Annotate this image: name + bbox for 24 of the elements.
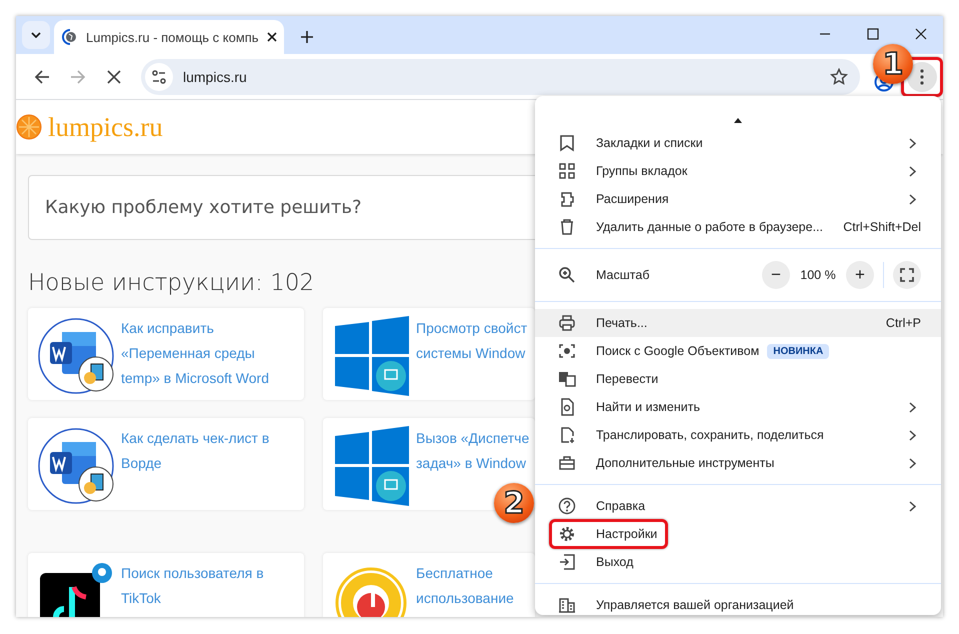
menu-item[interactable]: Найти и изменить: [535, 393, 941, 421]
menu-item[interactable]: Выход: [535, 548, 941, 576]
zoom-out-button[interactable]: −: [762, 261, 790, 289]
zoom-level: 100 %: [799, 268, 837, 282]
new-badge: НОВИНКА: [767, 344, 830, 358]
menu-item[interactable]: Настройки: [535, 520, 941, 548]
menu-item[interactable]: Печать... Ctrl+P: [535, 309, 941, 337]
shortcut-text: Ctrl+P: [886, 316, 921, 330]
menu-item-label: Масштаб: [596, 268, 650, 282]
url-text: lumpics.ru: [183, 68, 248, 84]
menu-item[interactable]: Управляется вашей организацией: [535, 591, 941, 615]
browser-tab[interactable]: Lumpics.ru - помощь с компь: [54, 20, 284, 54]
menu-item[interactable]: Дополнительные инструменты: [535, 449, 941, 477]
address-bar[interactable]: lumpics.ru: [141, 58, 860, 94]
menu-item[interactable]: Поиск с Google Объективом НОВИНКА: [535, 337, 941, 365]
zoom-in-button[interactable]: +: [846, 261, 874, 289]
menu-item[interactable]: Закладки и списки: [535, 129, 941, 157]
section-heading: Новые инструкции: 102: [28, 270, 314, 296]
shortcut-text: Ctrl+Shift+Del: [843, 220, 921, 234]
menu-item[interactable]: Транслировать, сохранить, поделиться: [535, 421, 941, 449]
menu-item[interactable]: Перевести: [535, 365, 941, 393]
tab-title: Lumpics.ru - помощь с компь: [86, 30, 259, 44]
menu-item[interactable]: Справка: [535, 492, 941, 520]
highlight-frame: Настройки: [549, 519, 668, 549]
